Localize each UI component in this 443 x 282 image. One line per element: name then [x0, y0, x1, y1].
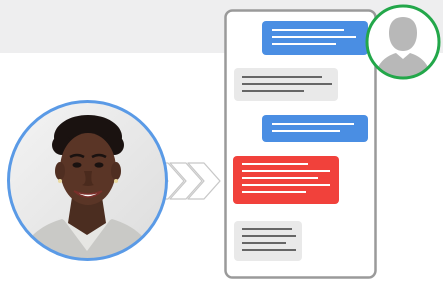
message-bubble-highlighted — [233, 156, 339, 204]
chat-illustration — [0, 0, 443, 282]
message-bubble-sent — [262, 115, 368, 142]
user-photo — [7, 100, 168, 261]
contact-avatar — [365, 4, 441, 80]
message-bubble-received — [234, 221, 302, 261]
message-bubble-sent — [262, 21, 368, 55]
message-bubble-received — [234, 68, 338, 101]
woman-portrait-image — [8, 101, 167, 260]
chat-window — [224, 9, 377, 279]
